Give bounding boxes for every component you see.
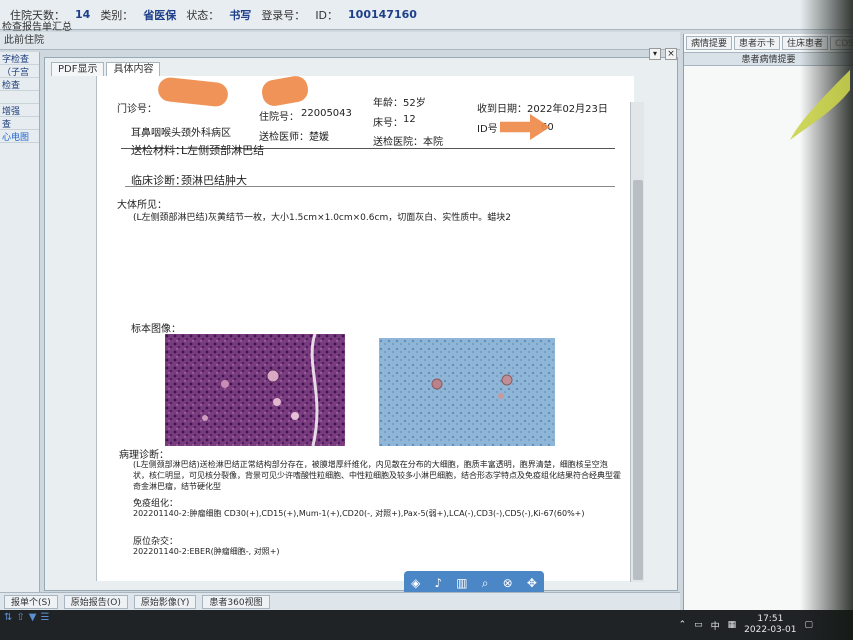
arrow-icon[interactable]: ⇧	[16, 612, 24, 623]
ihc-stain-image	[379, 338, 555, 446]
dropdown-icon[interactable]: ▾	[649, 48, 661, 60]
hospital-label: 送检医院：	[373, 137, 423, 148]
original-report-button[interactable]: 原始报告(O)	[63, 594, 128, 609]
patient-360-button[interactable]: 患者360视图	[202, 594, 270, 609]
tab-cdss[interactable]: CDSS	[830, 36, 853, 50]
id-no-label: ID号	[477, 124, 498, 135]
keyboard-icon[interactable]: ▦	[728, 620, 737, 630]
close-icon[interactable]: ×	[665, 48, 677, 60]
screen: 住院天数： 14 类别： 省医保 状态： 书写 登录号： ID： 1001471…	[0, 0, 853, 640]
ihc-text: 202201140-2:肿瘤细胞 CD30(+),CD15(+),Mum-1(+…	[133, 509, 585, 518]
gross-label: 大体所见：	[117, 200, 167, 211]
cancel-icon[interactable]: ⊗	[503, 576, 513, 590]
department: 耳鼻咽喉头颈外科病区	[131, 128, 231, 139]
notification-icon[interactable]: ▢	[804, 620, 813, 630]
he-stain-image	[165, 334, 345, 446]
received-label: 收到日期：	[477, 104, 527, 115]
left-nav-item[interactable]: 查	[0, 117, 39, 130]
move-icon[interactable]: ✥	[527, 576, 537, 590]
ish-text: 202201140-2:EBER(肿瘤细胞-, 对照+)	[133, 547, 280, 556]
tab-pdf-display[interactable]: PDF显示	[51, 62, 105, 76]
left-nav-item[interactable]: 心电图	[0, 130, 39, 143]
filter-icon[interactable]: ▼	[29, 612, 37, 623]
hospital-value: 本院	[423, 137, 443, 148]
tab-detail-content[interactable]: 具体内容	[106, 62, 161, 76]
pathology-report-page: 门诊号： 住院号： 22005043 年龄： 52岁 收到日期： 2022年02…	[96, 76, 634, 581]
sidebar-bottom-icons: ⇅ ⇧ ▼ ☰	[0, 612, 49, 623]
book-icon[interactable]: ▥	[456, 576, 467, 590]
tab-condition-summary[interactable]: 病情提要	[686, 36, 733, 50]
bottom-button-row: 报单个(S) 原始报告(O) 原始影像(Y) 患者360视图	[0, 592, 680, 610]
right-panel-title: 患者病情提要	[684, 52, 853, 66]
right-tabs: 病情提要 患者示卡 住床患者 CDSS	[684, 34, 853, 52]
network-icon[interactable]: ▭	[694, 620, 703, 630]
material-label: 送检材料：	[131, 144, 186, 157]
report-single-button[interactable]: 报单个(S)	[4, 594, 58, 609]
original-image-button[interactable]: 原始影像(Y)	[133, 594, 197, 609]
left-nav-item[interactable]: 检查	[0, 78, 39, 91]
age-value: 52岁	[403, 98, 426, 109]
left-nav-panel: 字检查 （子宫 检查 增强 查 心电图	[0, 52, 40, 597]
inpatient-no-label: 住院号：	[259, 112, 299, 123]
left-nav-item[interactable]: 字检查	[0, 52, 39, 65]
tab-patient-card[interactable]: 患者示卡	[734, 36, 781, 50]
doctor-label: 送检医师：	[259, 132, 309, 143]
inpatient-no-value: 22005043	[301, 108, 352, 119]
tab-bed-patients[interactable]: 住床患者	[782, 36, 829, 50]
left-nav-item[interactable]: （子宫	[0, 65, 39, 78]
right-panel: 病情提要 患者示卡 住床患者 CDSS 患者病情提要	[683, 34, 853, 610]
received-date: 2022年02月23日	[527, 104, 608, 115]
gross-text: (L左侧颈部淋巴结)灰黄结节一枚，大小1.5cm×1.0cm×0.6cm，切面灰…	[133, 213, 511, 223]
language-indicator[interactable]: 中	[711, 619, 720, 632]
clock-date: 2022-03-01	[744, 625, 797, 635]
bell-icon[interactable]: ♪	[434, 576, 442, 590]
list-icon[interactable]: ☰	[40, 612, 49, 623]
clock[interactable]: 17:51 2022-03-01	[744, 614, 796, 636]
layers-icon[interactable]: ◈	[411, 576, 420, 590]
pathology-text: (L左侧颈部淋巴结)送检淋巴结正常结构部分存在，被膜增厚纤维化，内见散在分布的大…	[133, 460, 621, 491]
taskbar: ⌃ ▭ 中 ▦ 17:51 2022-03-01 ▢	[0, 610, 853, 640]
clock-time: 17:51	[757, 614, 784, 624]
tray-chevron-icon[interactable]: ⌃	[679, 620, 687, 630]
bed-value: 12	[403, 114, 416, 125]
breadcrumb: 此前住院	[0, 32, 680, 50]
image-label: 标本图像：	[131, 324, 181, 335]
sort-icon[interactable]: ⇅	[4, 612, 12, 623]
left-nav-item[interactable]: 增强	[0, 104, 39, 117]
report-scrollbar[interactable]	[630, 102, 644, 582]
viewer-tabs: PDF显示 具体内容	[51, 62, 161, 76]
outpatient-label: 门诊号：	[117, 104, 157, 115]
bed-label: 床号：	[373, 118, 403, 129]
breadcrumb-label: 此前住院	[4, 35, 44, 46]
section-divider	[125, 186, 615, 187]
doctor-value: 楚媛	[309, 132, 329, 143]
scrollbar-thumb[interactable]	[633, 180, 643, 580]
zoom-icon[interactable]: ⌕	[482, 576, 489, 591]
material-value: L左侧颈部淋巴结	[181, 144, 265, 157]
report-summary-tab[interactable]: 检查报告单汇总	[0, 18, 853, 33]
left-nav-item[interactable]	[0, 91, 39, 104]
age-label: 年龄：	[373, 98, 403, 109]
